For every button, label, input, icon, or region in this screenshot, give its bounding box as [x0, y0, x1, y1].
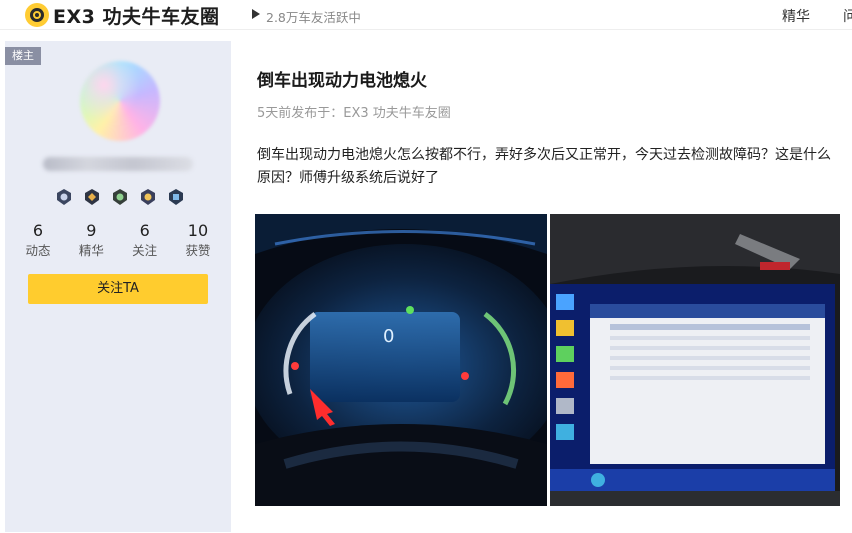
- medal-5-icon[interactable]: [167, 188, 185, 206]
- play-icon: [252, 9, 260, 19]
- diagnostic-laptop-photo[interactable]: [550, 214, 840, 506]
- stat-posts[interactable]: 6 动态: [13, 221, 63, 260]
- post-meta: 5天前发布于：EX3 功夫牛车友圈: [257, 106, 451, 121]
- svg-text:0: 0: [383, 326, 394, 347]
- medal-1-icon[interactable]: [55, 188, 73, 206]
- stat-value: 9: [86, 221, 97, 240]
- circle-title[interactable]: EX3 功夫牛车友圈: [53, 2, 219, 29]
- host-badge: 楼主: [5, 47, 41, 65]
- active-members-text: 2.8万车友活跃中: [266, 10, 361, 25]
- tab-questions[interactable]: 问: [843, 6, 852, 26]
- medal-2-icon[interactable]: [83, 188, 101, 206]
- stat-value: 6: [32, 221, 44, 240]
- top-bar: EX3 功夫牛车友圈 2.8万车友活跃中 精华 问: [0, 0, 852, 30]
- stat-following[interactable]: 6 关注: [120, 221, 170, 260]
- author-card: 楼主 6 动态 9 精华 6 关注 10 获赞 关注TA: [5, 41, 231, 532]
- avatar[interactable]: [80, 61, 160, 141]
- circle-target-icon[interactable]: [25, 3, 49, 27]
- medal-4-icon[interactable]: [139, 188, 157, 206]
- stat-value: 10: [187, 221, 209, 240]
- follow-button[interactable]: 关注TA: [28, 274, 208, 304]
- tab-featured[interactable]: 精华: [782, 6, 810, 26]
- user-stats: 6 动态 9 精华 6 关注 10 获赞: [13, 221, 223, 260]
- post-body: 倒车出现动力电池熄火怎么按都不行，弄好多次后又正常开，今天过去检测故障码？这是什…: [257, 147, 831, 186]
- username-blurred[interactable]: [43, 157, 193, 171]
- stat-label: 关注: [132, 243, 158, 258]
- dashboard-photo[interactable]: 0: [255, 214, 547, 506]
- stat-label: 获赞: [185, 243, 211, 258]
- stat-featured[interactable]: 9 精华: [66, 221, 116, 260]
- stat-label: 精华: [78, 243, 104, 258]
- medal-3-icon[interactable]: [111, 188, 129, 206]
- stat-label: 动态: [25, 243, 51, 258]
- post-title[interactable]: 倒车出现动力电池熄火: [257, 66, 427, 91]
- stat-value: 6: [139, 221, 150, 240]
- stat-likes[interactable]: 10 获赞: [173, 221, 223, 260]
- medal-row: [55, 188, 185, 208]
